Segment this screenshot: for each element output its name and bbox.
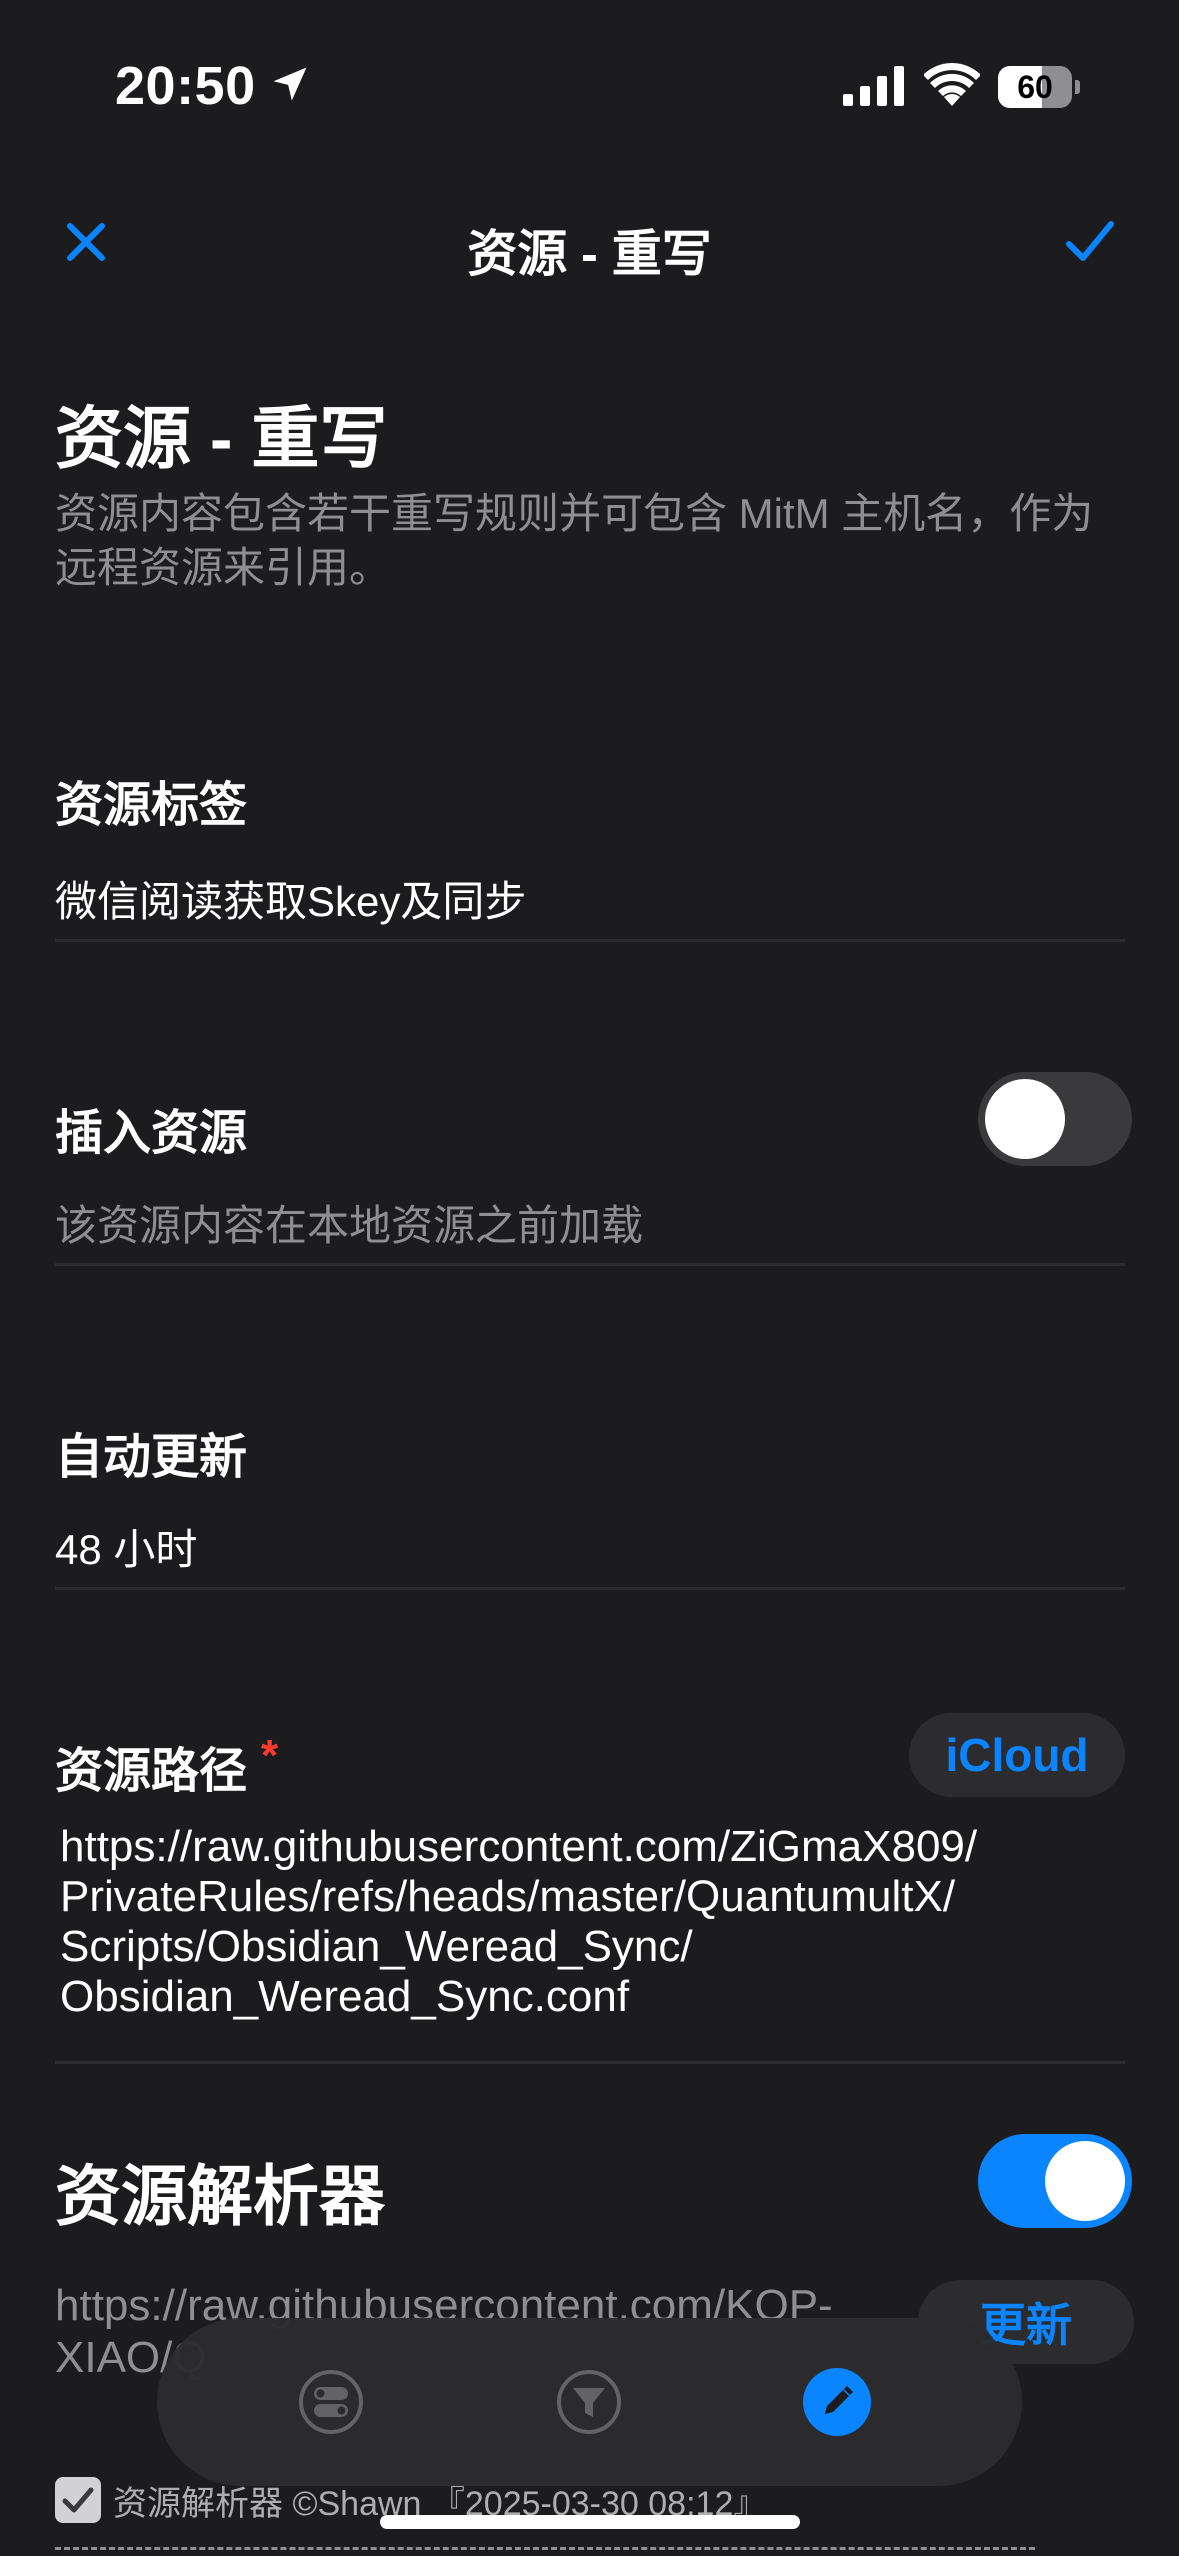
navigation-bar: 资源 - 重写	[0, 190, 1179, 300]
page-description: 资源内容包含若干重写规则并可包含 MitM 主机名，作为远程资源来引用。	[55, 490, 1094, 591]
floating-tab-bar	[157, 2318, 1022, 2486]
home-indicator	[380, 2515, 800, 2529]
status-bar: 20:50 60	[0, 0, 1179, 175]
resource-tag-label: 资源标签	[55, 779, 248, 832]
path-line: PrivateRules/refs/heads/master/Quantumul…	[60, 1872, 956, 1921]
parser-checkbox[interactable]	[55, 2477, 101, 2523]
dashed-separator	[55, 2547, 1035, 2550]
divider	[55, 939, 1125, 942]
toggles-icon	[299, 2370, 363, 2434]
toggle-knob	[985, 1079, 1065, 1159]
toggle-knob	[1045, 2141, 1125, 2221]
battery-level-text: 60	[1017, 69, 1053, 105]
icloud-button[interactable]: iCloud	[909, 1713, 1125, 1797]
divider	[55, 1263, 1125, 1266]
resource-parser-toggle[interactable]	[978, 2134, 1132, 2228]
nav-title: 资源 - 重写	[467, 226, 712, 282]
auto-update-value[interactable]: 48 小时	[55, 1516, 197, 1577]
path-line: Obsidian_Weread_Sync.conf	[60, 1972, 630, 2021]
confirm-button[interactable]	[1060, 212, 1120, 272]
tab-edit[interactable]	[803, 2368, 871, 2436]
required-mark: *	[261, 1731, 279, 1780]
location-arrow-icon	[273, 67, 307, 101]
filter-icon	[557, 2370, 621, 2434]
resource-path-input[interactable]: https://raw.githubusercontent.com/ZiGmaX…	[60, 1822, 1120, 2022]
resource-tag-input[interactable]: 微信阅读获取Skey及同步	[55, 868, 526, 929]
insert-resource-label: 插入资源	[55, 1107, 248, 1160]
battery-body: 60	[998, 66, 1072, 108]
edit-icon	[825, 2386, 853, 2414]
auto-update-label: 自动更新	[55, 1431, 248, 1484]
tab-filter[interactable]	[543, 2356, 635, 2448]
divider	[55, 2061, 1125, 2064]
battery-cap	[1075, 80, 1080, 94]
insert-resource-hint: 该资源内容在本地资源之前加载	[55, 1202, 644, 1249]
insert-resource-toggle[interactable]	[978, 1072, 1132, 1166]
tab-toggles[interactable]	[285, 2356, 377, 2448]
checkmark-icon	[1066, 221, 1114, 261]
battery-indicator: 60	[998, 66, 1080, 108]
path-line: Scripts/Obsidian_Weread_Sync/	[60, 1922, 693, 1971]
path-line: https://raw.githubusercontent.com/ZiGmaX…	[60, 1822, 978, 1871]
divider	[55, 1587, 1125, 1590]
resource-rewrite-screen: 20:50 60 资源 - 重写 资源 - 重写 资源内容包含若干重写规则并可包…	[0, 0, 1179, 2556]
cellular-signal-icon	[843, 66, 904, 106]
page-title: 资源 - 重写	[55, 401, 388, 477]
checkmark-icon	[62, 2487, 94, 2513]
resource-path-label: 资源路径	[55, 1745, 248, 1798]
resource-path-label-row: 资源路径 *	[55, 1731, 278, 1801]
wifi-icon	[924, 63, 980, 106]
status-time: 20:50	[115, 56, 256, 116]
resource-parser-title: 资源解析器	[55, 2159, 385, 2233]
